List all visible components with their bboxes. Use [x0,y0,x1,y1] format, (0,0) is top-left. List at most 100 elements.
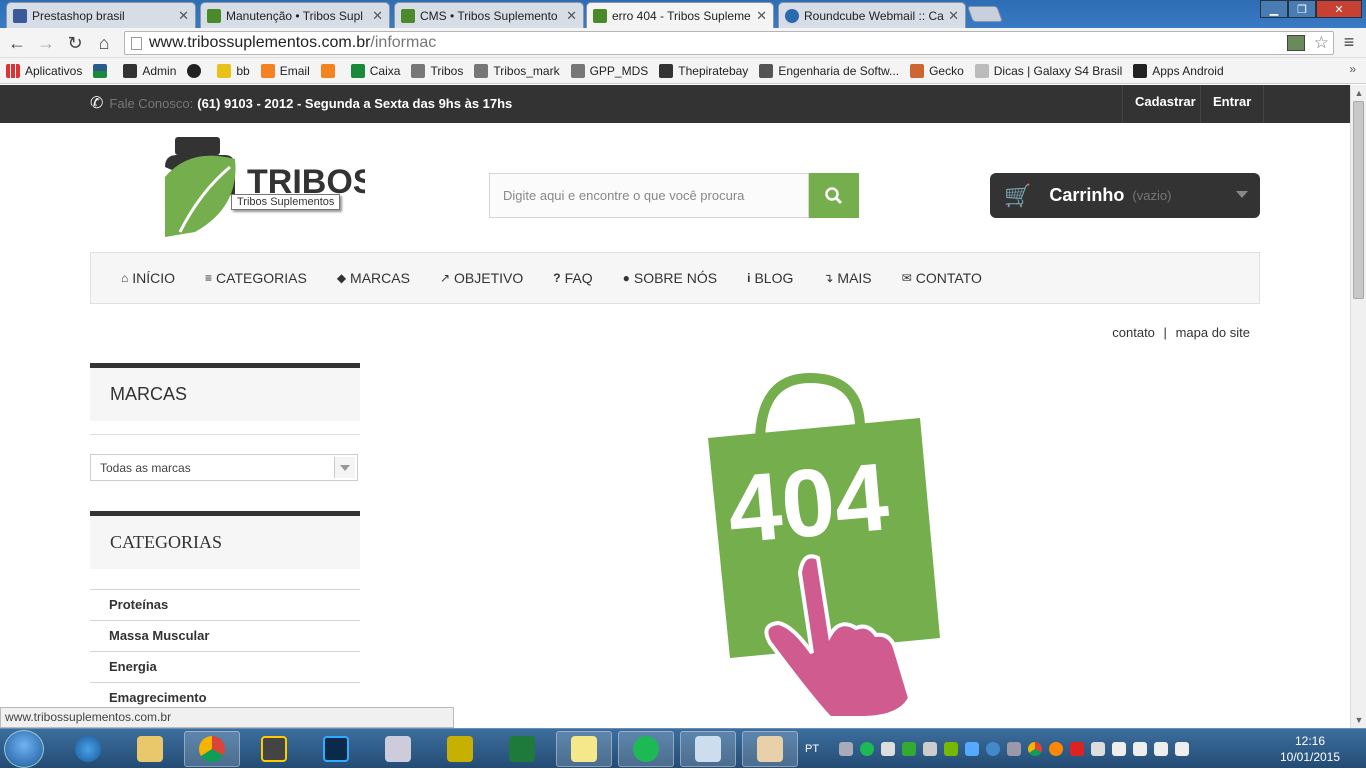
network-tray-icon[interactable] [965,742,980,756]
bookmark-github[interactable] [187,63,206,78]
menu-item-contato[interactable]: ✉ CONTATO [902,270,982,286]
site-logo[interactable]: TRIBOS Tribos Suplementos [165,137,375,237]
menu-item-inicio[interactable]: ⌂ INÍCIO [121,270,175,286]
menu-item-categorias[interactable]: ≡ CATEGORIAS [205,270,307,286]
volume-icon[interactable] [923,742,938,756]
reload-button[interactable]: ↻ [64,32,86,54]
bookmark-gpp-mds[interactable]: GPP_MDS [570,63,648,78]
browser-tab[interactable]: Manutenção • Tribos Supl ✕ [200,2,390,28]
address-bar[interactable]: www.tribossuplementos.com.br/informac ☆ [124,31,1334,55]
display-icon[interactable] [1007,742,1022,756]
bookmark-bb[interactable]: bb [217,63,250,78]
taskbar-calculator[interactable] [370,731,426,767]
search-button[interactable] [809,173,859,218]
sitemap-link[interactable]: mapa do site [1176,325,1250,340]
bookmark-caixa[interactable]: Caixa [350,63,400,78]
adobe-icon[interactable] [1070,742,1085,756]
close-window-button[interactable]: ✕ [1316,0,1362,18]
minimize-button[interactable]: ▁ [1260,0,1288,18]
login-link[interactable]: Entrar [1200,85,1265,123]
home-button[interactable]: ⌂ [93,32,115,54]
taskbar-spotify[interactable] [618,731,674,767]
android-icon [1133,63,1148,78]
taskbar-sticky-notes[interactable] [556,731,612,767]
bookmark-apps-android[interactable]: Apps Android [1133,63,1224,78]
taskbar-photoshop[interactable] [308,731,364,767]
green-tray-icon[interactable] [902,742,917,756]
language-indicator[interactable]: PT [805,743,819,755]
bookmark-tribos[interactable]: Tribos [411,63,463,78]
back-button[interactable]: ← [6,32,28,54]
taskbar-notepad[interactable] [680,731,736,767]
bookmark-email[interactable]: Email [260,63,310,78]
scroll-up-icon[interactable]: ▲ [1351,85,1366,101]
nvidia-icon[interactable] [944,742,959,756]
brands-select[interactable]: Todas as marcas [90,454,358,481]
contact-link[interactable]: contato [1112,325,1155,340]
menu-icon[interactable]: ≡ [1338,31,1360,53]
cart-button[interactable]: 🛒 Carrinho (vazio) [990,173,1260,218]
menu-item-objetivo[interactable]: ↗ OBJETIVO [440,270,523,286]
scroll-down-icon[interactable]: ▼ [1351,712,1366,728]
bookmark-thepiratebay[interactable]: Thepiratebay [659,63,748,78]
taskbar-paint[interactable] [742,731,798,767]
taskbar-fireworks[interactable] [432,731,488,767]
bookmark-engenharia[interactable]: Engenharia de Softw... [759,63,899,78]
power-icon[interactable] [1133,742,1148,756]
browser-tab[interactable]: Roundcube Webmail :: Ca ✕ [778,2,966,28]
action-center-flag-icon[interactable] [1112,742,1127,756]
bookmark-dicas[interactable]: Dicas | Galaxy S4 Brasil [974,63,1122,78]
signal-icon[interactable] [1154,742,1169,756]
scrollbar-thumb[interactable] [1353,101,1364,299]
browser-tab[interactable]: CMS • Tribos Suplemento ✕ [394,2,584,28]
avast-icon[interactable] [1049,742,1064,756]
close-icon[interactable]: ✕ [948,8,959,24]
bookmark-flag[interactable] [93,63,112,78]
maximize-button[interactable]: ❐ [1288,0,1316,18]
image-blocked-icon[interactable] [1287,35,1305,51]
sync-icon[interactable] [986,742,1001,756]
category-item[interactable]: Proteínas [90,589,360,620]
dropbox-icon[interactable] [1091,742,1106,756]
taskbar-chrome[interactable] [184,731,240,767]
close-icon[interactable]: ✕ [756,8,767,24]
bookmark-tribos-mark[interactable]: Tribos_mark [474,63,560,78]
bookmark-apps[interactable]: Aplicativos [6,63,82,78]
menu-item-mais[interactable]: ↴ MAIS [823,270,871,286]
start-button[interactable] [4,730,44,768]
new-tab-button[interactable] [967,6,1003,22]
spotify-tray-icon[interactable] [860,742,875,756]
system-clock[interactable]: 12:16 10/01/2015 [1275,733,1345,765]
engenharia-icon [759,63,774,78]
category-item[interactable]: Energia [90,651,360,682]
forward-button[interactable]: → [35,32,57,54]
menu-item-marcas[interactable]: ◆ MARCAS [337,270,410,286]
taskbar-media-player[interactable] [246,731,302,767]
speaker-icon[interactable] [1175,742,1190,756]
browser-tab-active[interactable]: erro 404 - Tribos Supleme ✕ [586,2,774,28]
close-icon[interactable]: ✕ [178,8,189,24]
taskbar-excel[interactable] [494,731,550,767]
search-input[interactable]: Digite aqui e encontre o que você procur… [489,173,809,218]
chevron-down-icon[interactable] [334,457,355,478]
chrome-tray-icon[interactable] [1028,742,1043,756]
bookmark-label: bb [236,63,250,78]
register-link[interactable]: Cadastrar [1122,85,1208,123]
browser-tab[interactable]: Prestashop brasil ✕ [6,2,196,28]
menu-item-blog[interactable]: i BLOG [747,270,793,286]
bookmark-gecko[interactable]: Gecko [910,63,964,78]
bluetooth-icon[interactable] [839,742,854,756]
close-icon[interactable]: ✕ [566,8,577,24]
close-icon[interactable]: ✕ [372,8,383,24]
category-item[interactable]: Massa Muscular [90,620,360,651]
bookmarks-overflow-icon[interactable]: » [1349,62,1356,76]
notification-icon[interactable] [881,742,896,756]
bookmark-cpanel[interactable] [320,63,340,78]
menu-item-faq[interactable]: ? FAQ [553,270,592,286]
bookmark-star-icon[interactable]: ☆ [1314,32,1329,54]
taskbar-ie[interactable] [60,731,116,767]
taskbar-explorer[interactable] [122,731,178,767]
page-scrollbar[interactable]: ▲ ▼ [1350,85,1366,728]
bookmark-admin[interactable]: Admin [123,63,176,78]
menu-item-sobre-nos[interactable]: ● SOBRE NÓS [623,270,718,286]
